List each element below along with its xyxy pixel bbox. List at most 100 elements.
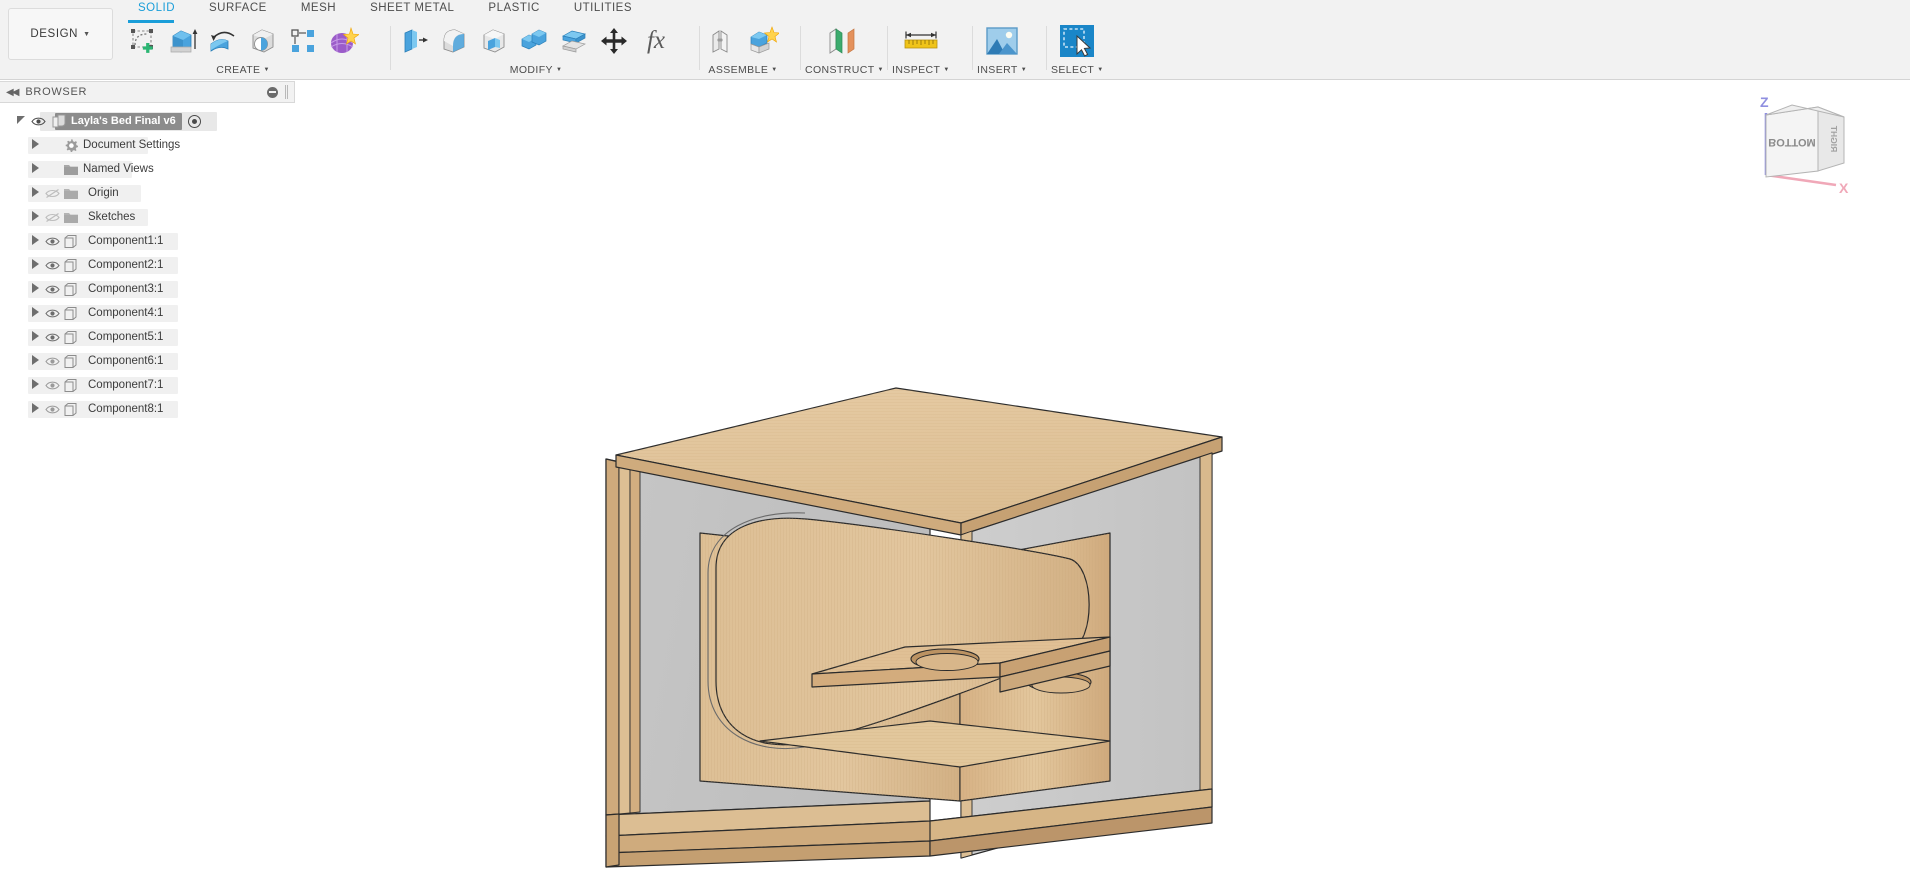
browser-title: BROWSER [25,86,88,98]
form-icon[interactable] [324,22,362,60]
expand-arrow-icon[interactable] [28,211,42,223]
tree-item-label: Sketches [88,211,136,223]
tree-item-component4[interactable]: Component4:1 [0,301,295,325]
tab-plastic[interactable]: PLASTIC [468,0,553,20]
visibility-eye-icon[interactable] [42,236,62,247]
expand-arrow-icon[interactable] [28,307,42,319]
chevron-down-icon: ▼ [555,66,563,73]
tab-solid-label: SOLID [138,2,176,14]
expand-arrow-icon[interactable] [28,403,42,415]
expand-arrow-icon[interactable] [28,235,42,247]
tree-item-component5[interactable]: Component5:1 [0,325,295,349]
combine-icon[interactable] [515,22,553,60]
tree-item-component7[interactable]: Component7:1 [0,373,295,397]
tree-item-label: Document Settings [83,139,181,151]
tree-item-root[interactable]: Layla's Bed Final v6 [0,109,295,133]
tree-item-component2[interactable]: Component2:1 [0,253,295,277]
tab-surface[interactable]: SURFACE [189,0,281,20]
component-icon [62,378,80,393]
expand-arrow-icon[interactable] [28,355,42,367]
tree-item-named-views[interactable]: Named Views [0,157,295,181]
panel-modify-label[interactable]: MODIFY ▼ [510,62,563,77]
expand-arrow-icon[interactable] [28,163,42,175]
visibility-eye-off-icon[interactable] [42,212,62,223]
tab-sheet-metal-label: SHEET METAL [370,2,455,14]
offset-plane-icon[interactable] [821,22,867,60]
panel-resize-handle[interactable] [285,85,288,99]
extrude-icon[interactable] [164,22,202,60]
offset-face-icon[interactable] [555,22,593,60]
folder-icon [62,163,80,176]
ribbon-separator [699,26,700,70]
tree-item-label: Component6:1 [88,355,164,367]
tree-item-root-label: Layla's Bed Final v6 [71,115,176,127]
create-sketch-icon[interactable] [124,20,174,60]
visibility-eye-icon[interactable] [42,260,62,271]
fillet-icon[interactable] [435,22,473,60]
tab-mesh[interactable]: MESH [281,0,350,20]
panel-inspect-icons [897,20,945,62]
visibility-eye-off-icon[interactable] [42,188,62,199]
press-pull-icon[interactable] [395,22,433,60]
minimize-icon[interactable] [267,86,278,98]
panel-modify-icons: fx [395,20,677,62]
visibility-eye-icon[interactable] [42,356,62,367]
panel-insert-icons [980,20,1024,62]
expand-arrow-icon[interactable] [14,116,28,126]
pattern-icon[interactable] [284,22,322,60]
measure-icon[interactable] [897,22,945,60]
revolve-icon[interactable] [204,22,242,60]
visibility-eye-icon[interactable] [42,332,62,343]
insert-image-icon[interactable] [980,22,1024,60]
view-cube[interactable]: Z X BOTTOM RIGHT [1740,85,1870,196]
panel-insert-label[interactable]: INSERT ▼ [977,62,1027,77]
ribbon-tabstrip: SOLID SURFACE MESH SHEET METAL PLASTIC U… [124,0,646,20]
chevron-down-icon: ▼ [263,66,270,73]
expand-arrow-icon[interactable] [28,187,42,199]
expand-arrow-icon[interactable] [28,139,42,151]
move-copy-icon[interactable] [595,22,633,60]
visibility-eye-icon[interactable] [42,284,62,295]
tree-item-component1[interactable]: Component1:1 [0,229,295,253]
panel-assemble-label[interactable]: ASSEMBLE ▼ [708,62,777,77]
visibility-eye-icon[interactable] [28,116,48,127]
panel-select-label[interactable]: SELECT ▼ [1051,62,1104,77]
select-window-icon[interactable] [1055,22,1099,60]
tree-item-label: Component1:1 [88,235,164,247]
ribbon-separator [887,26,888,70]
tree-item-label: Component2:1 [88,259,164,271]
tree-item-sketches[interactable]: Sketches [0,205,295,229]
component-icon [62,330,80,345]
expand-arrow-icon[interactable] [28,283,42,295]
tree-item-component8[interactable]: Component8:1 [0,397,295,421]
joint-icon[interactable] [744,22,782,60]
tab-sheet-metal[interactable]: SHEET METAL [350,0,468,20]
change-parameters-icon[interactable]: fx [635,22,677,60]
tab-utilities[interactable]: UTILITIES [554,0,646,20]
visibility-eye-icon[interactable] [42,404,62,415]
panel-modify: fx MODIFY ▼ [395,20,677,80]
collapse-left-icon[interactable]: ◀◀ [6,87,19,98]
tree-item-document-settings[interactable]: Document Settings [0,133,295,157]
activate-component-radio[interactable] [187,114,201,128]
panel-construct-label[interactable]: CONSTRUCT ▼ [805,62,884,77]
tree-item-component3[interactable]: Component3:1 [0,277,295,301]
shell-icon[interactable] [475,22,513,60]
expand-arrow-icon[interactable] [28,331,42,343]
sweep-icon[interactable] [244,22,282,60]
tab-solid[interactable]: SOLID [124,0,189,20]
workspace-switcher-button[interactable]: DESIGN ▼ [8,8,113,60]
new-component-icon[interactable] [704,22,742,60]
expand-arrow-icon[interactable] [28,379,42,391]
visibility-eye-icon[interactable] [42,380,62,391]
panel-create-label[interactable]: CREATE ▼ [216,62,270,77]
browser-header: ◀◀ BROWSER [0,81,295,103]
tree-item-label: Component4:1 [88,307,164,319]
expand-arrow-icon[interactable] [28,259,42,271]
ribbon-toolbar: DESIGN ▼ SOLID SURFACE MESH SHEET METAL … [0,0,1910,80]
tree-item-origin[interactable]: Origin [0,181,295,205]
visibility-eye-icon[interactable] [42,308,62,319]
viewcube-face-bottom-label: BOTTOM [1768,136,1815,148]
panel-inspect-label[interactable]: INSPECT ▼ [892,62,950,77]
tree-item-component6[interactable]: Component6:1 [0,349,295,373]
